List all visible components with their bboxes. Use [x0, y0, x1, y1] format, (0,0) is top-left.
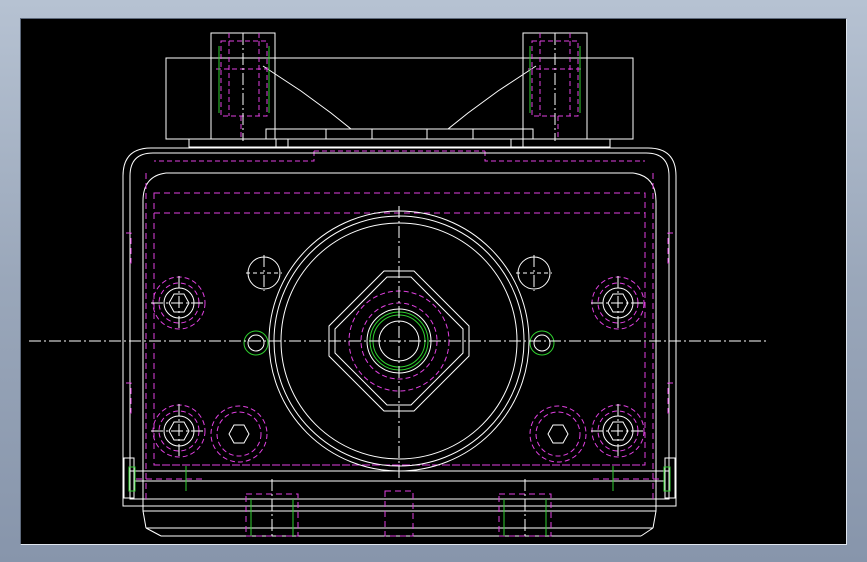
top-bracket-hidden-lines — [154, 33, 645, 162]
top-bracket — [165, 32, 634, 148]
top-bracket-green — [218, 46, 581, 113]
cad-viewport[interactable] — [20, 18, 847, 545]
center-lines — [29, 33, 769, 536]
